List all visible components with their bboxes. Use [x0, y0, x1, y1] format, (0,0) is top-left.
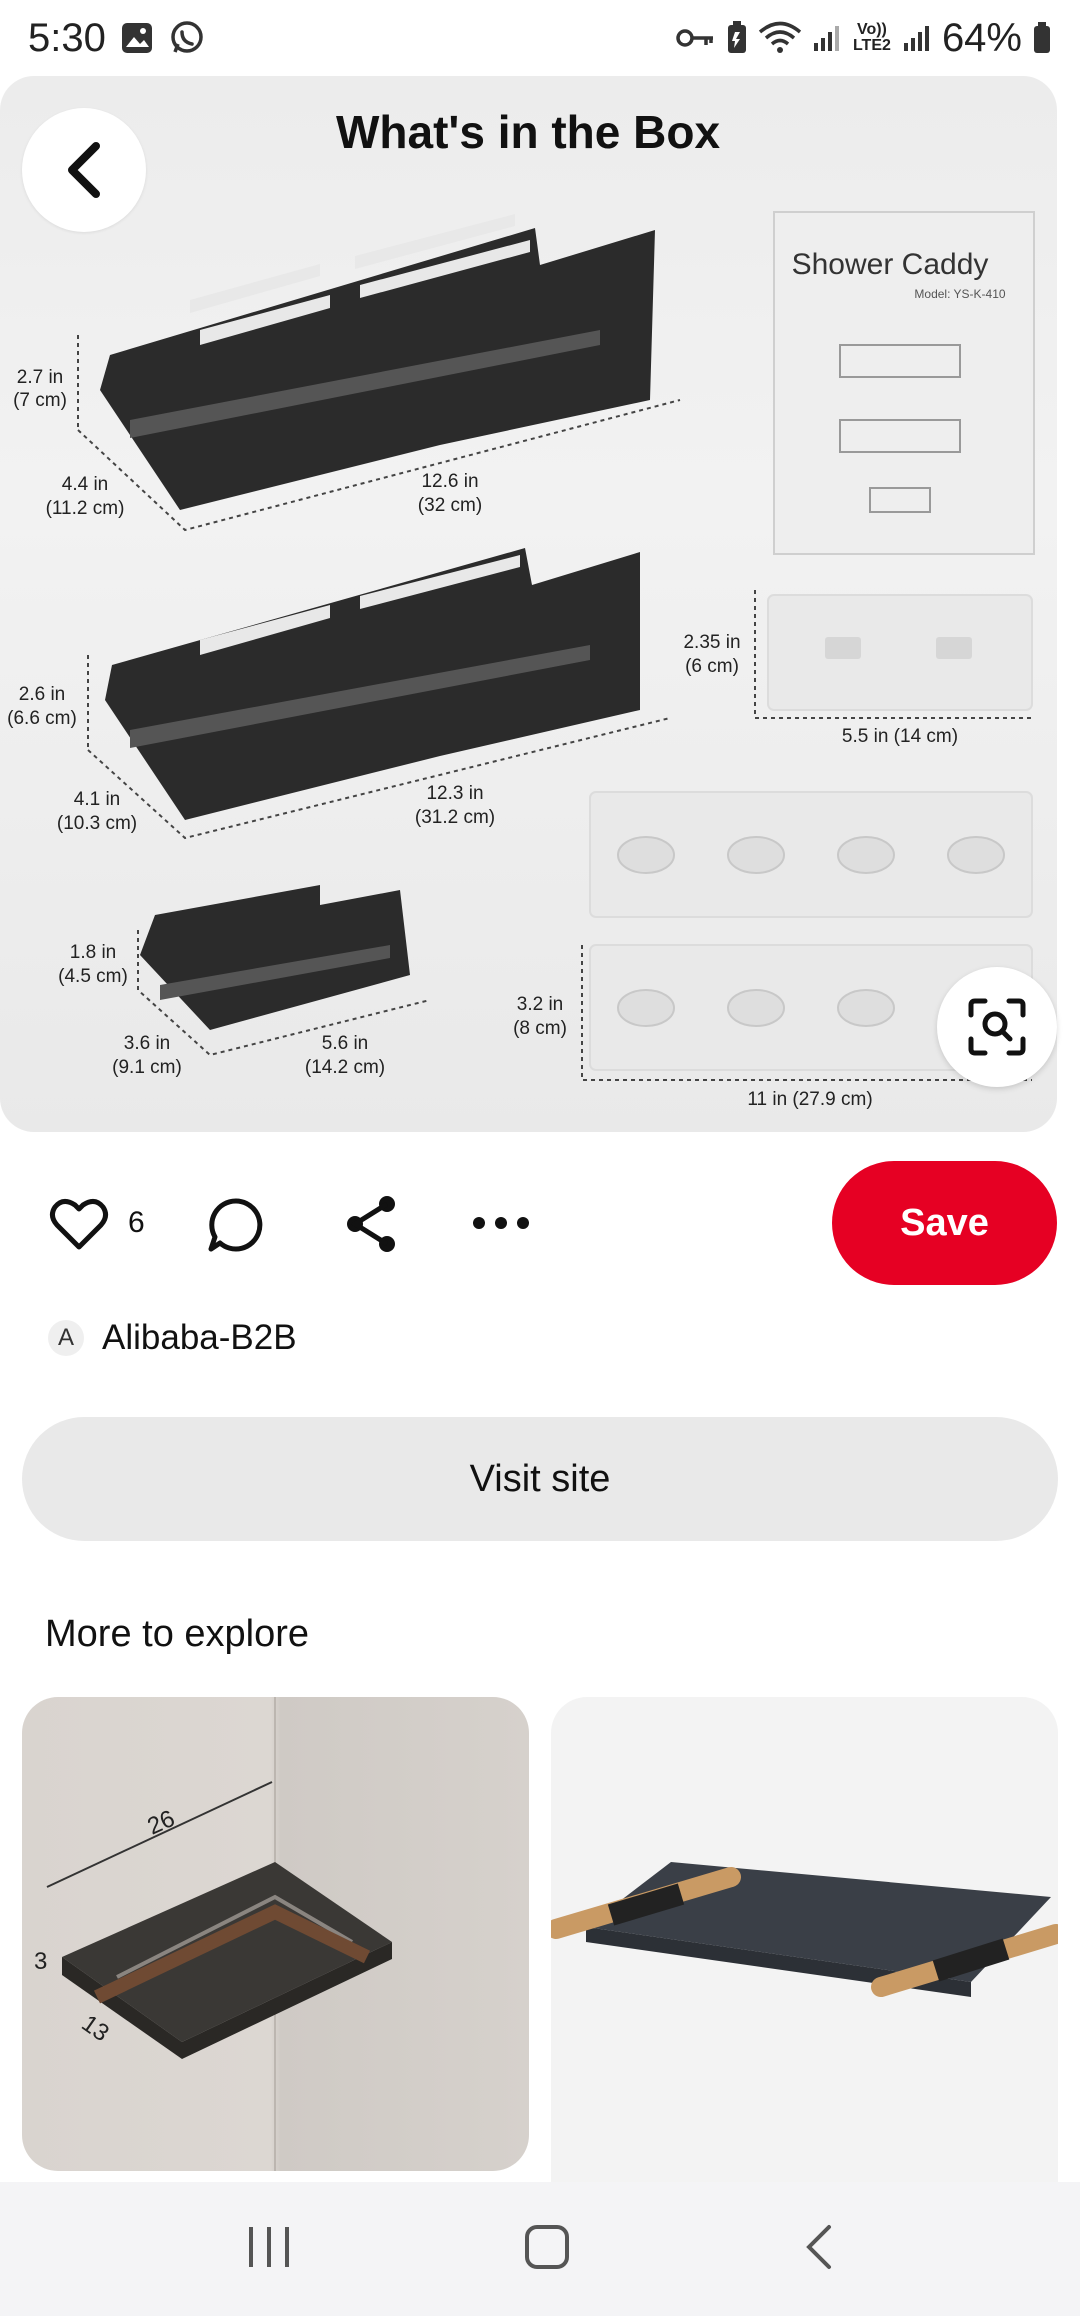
like-count: 6: [128, 1206, 145, 1239]
home-icon: [525, 2224, 569, 2269]
back-icon: [806, 2224, 831, 2269]
svg-text:(8 cm): (8 cm): [513, 1018, 567, 1039]
product-illustration: What's in the Box 2.7 in (7 cm) 4.4 in (…: [7, 106, 1035, 1110]
svg-text:5.6 in: 5.6 in: [322, 1033, 368, 1054]
svg-text:11 in (27.9 cm): 11 in (27.9 cm): [747, 1089, 872, 1110]
svg-text:12.3 in: 12.3 in: [426, 783, 483, 804]
svg-text:12.6 in: 12.6 in: [421, 471, 478, 492]
visit-site-button[interactable]: Visit site: [22, 1417, 1058, 1541]
large-basket: [100, 214, 655, 510]
svg-text:Shower Caddy: Shower Caddy: [792, 248, 989, 281]
comment-icon: [208, 1198, 263, 1252]
svg-text:2.35 in: 2.35 in: [683, 632, 740, 653]
signal-icon-2: [903, 26, 929, 51]
small-basket: [140, 885, 410, 1030]
svg-text:3.2 in: 3.2 in: [517, 994, 563, 1015]
gallery-icon: [121, 23, 152, 53]
svg-text:Model: YS-K-410: Model: YS-K-410: [914, 287, 1005, 301]
svg-text:2.7 in: 2.7 in: [17, 367, 63, 388]
svg-text:(32 cm): (32 cm): [418, 495, 482, 516]
svg-text:2.6 in: 2.6 in: [19, 684, 65, 705]
source-avatar: A: [48, 1320, 84, 1356]
recents-icon: [249, 2226, 289, 2267]
instruction-booklet: Shower Caddy Model: YS-K-410: [773, 211, 1035, 555]
svg-text:1.8 in: 1.8 in: [70, 942, 116, 963]
svg-text:(14.2 cm): (14.2 cm): [305, 1057, 385, 1078]
source-name[interactable]: Alibaba-B2B: [102, 1318, 297, 1358]
svg-text:4.1 in: 4.1 in: [74, 789, 120, 810]
svg-text:(10.3 cm): (10.3 cm): [57, 813, 137, 834]
heart-icon: [49, 1199, 109, 1250]
svg-text:(7 cm): (7 cm): [13, 390, 67, 411]
svg-text:(6 cm): (6 cm): [685, 656, 739, 677]
system-back-button[interactable]: [801, 2223, 835, 2276]
whatsapp-icon: [171, 21, 203, 53]
wifi-icon: [758, 21, 802, 53]
status-right: Vo)) LTE2 64%: [676, 16, 1052, 61]
battery-icon: [1034, 22, 1050, 53]
share-icon: [347, 1196, 395, 1252]
corner-shelf-image: 26 3 13: [34, 1697, 392, 2171]
card1-dim-top: 26: [143, 1805, 178, 1841]
recents-button[interactable]: [245, 2225, 293, 2274]
back-arrow-icon: [68, 142, 100, 198]
status-time: 5:30: [28, 15, 106, 60]
svg-text:(4.5 cm): (4.5 cm): [58, 966, 128, 987]
like-button[interactable]: [48, 1196, 110, 1252]
status-bar: 5:30 Vo)) LTE2 64%: [0, 0, 1080, 76]
more-button[interactable]: [470, 1208, 532, 1238]
svg-text:(9.1 cm): (9.1 cm): [112, 1057, 182, 1078]
svg-text:3.6 in: 3.6 in: [124, 1033, 170, 1054]
pin-image[interactable]: What's in the Box 2.7 in (7 cm) 4.4 in (…: [0, 76, 1057, 1132]
signal-icon-1: [813, 26, 839, 51]
image-title: What's in the Box: [336, 106, 720, 158]
svg-text:4.4 in: 4.4 in: [62, 474, 108, 495]
svg-text:5.5 in (14 cm): 5.5 in (14 cm): [842, 726, 958, 747]
visual-search-button[interactable]: [937, 967, 1057, 1087]
visual-search-icon: [968, 998, 1026, 1056]
tray-image: [551, 1862, 1058, 1997]
home-button[interactable]: [523, 2223, 571, 2276]
medium-basket: [105, 548, 640, 820]
battery-saver-icon: [727, 21, 746, 53]
system-nav-bar: [0, 2182, 1080, 2316]
network-type-label: Vo)) LTE2: [852, 21, 891, 54]
card1-dim-bottom: 13: [77, 2010, 114, 2047]
share-button[interactable]: [341, 1192, 403, 1256]
svg-text:(11.2 cm): (11.2 cm): [46, 498, 125, 519]
explore-card-corner-shelf[interactable]: 26 3 13: [22, 1697, 529, 2171]
status-left: 5:30: [28, 16, 206, 61]
explore-card-tray[interactable]: [551, 1697, 1058, 2187]
comment-button[interactable]: [205, 1194, 267, 1256]
more-icon: [473, 1217, 529, 1229]
svg-text:(31.2 cm): (31.2 cm): [415, 807, 495, 828]
more-to-explore-title: More to explore: [45, 1613, 310, 1655]
back-button[interactable]: [22, 108, 146, 232]
source-row[interactable]: A Alibaba-B2B: [48, 1318, 297, 1358]
save-button[interactable]: Save: [832, 1161, 1057, 1285]
vpn-key-icon: [676, 29, 713, 47]
battery-percent: 64%: [941, 15, 1022, 60]
card1-dim-left: 3: [34, 1948, 47, 1975]
svg-text:(6.6 cm): (6.6 cm): [7, 708, 77, 729]
